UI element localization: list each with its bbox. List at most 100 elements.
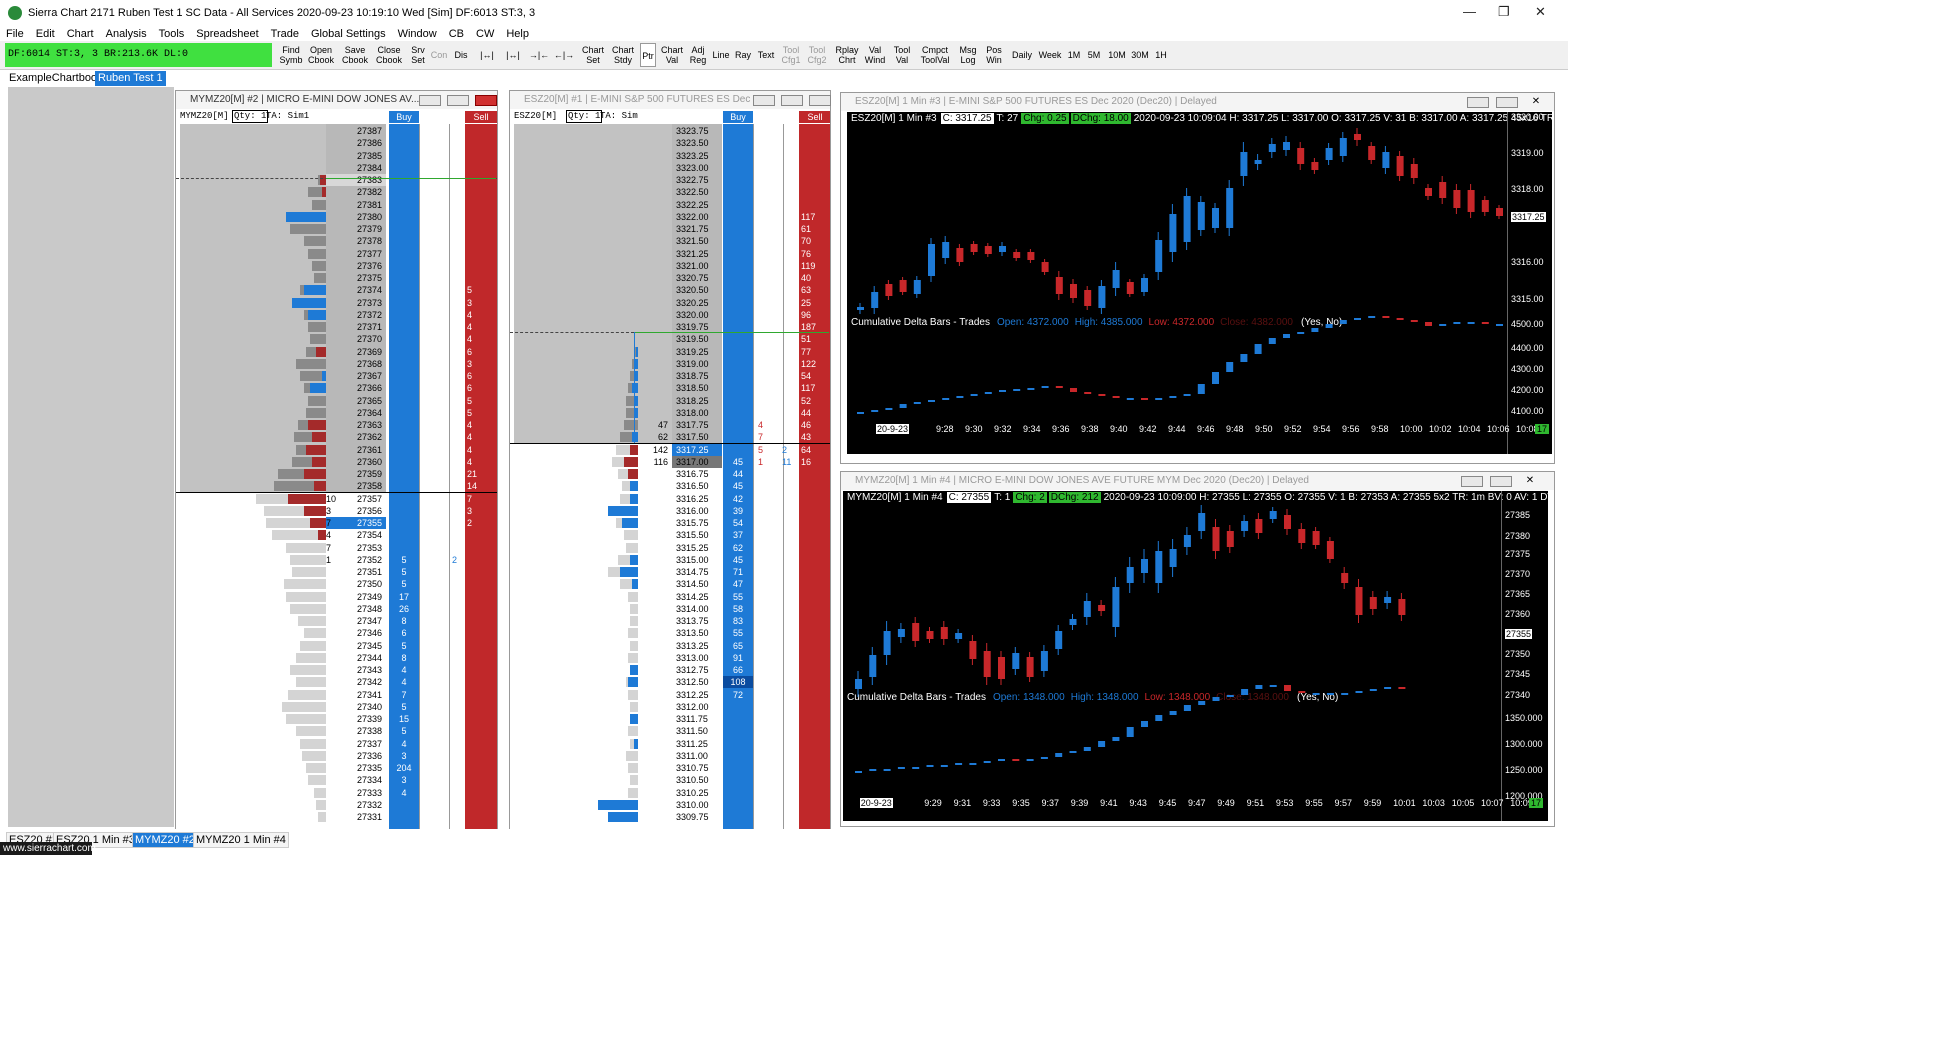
price-cell[interactable]: 27376 — [326, 260, 386, 272]
price-cell[interactable]: 27350 — [326, 578, 386, 590]
price-cell[interactable]: 3313.00 — [672, 652, 722, 664]
sell-size[interactable]: 117 — [801, 382, 829, 394]
sell-size[interactable]: 76 — [801, 248, 829, 260]
sell-size[interactable]: 43 — [801, 431, 829, 443]
price-cell[interactable]: 3310.75 — [672, 762, 722, 774]
sell-size[interactable]: 4 — [467, 456, 495, 468]
restore-button[interactable] — [1496, 97, 1518, 108]
price-cell[interactable]: 27378 — [326, 235, 386, 247]
price-cell[interactable]: 3311.00 — [672, 750, 722, 762]
toolbar-button-6[interactable]: Dis — [452, 43, 470, 67]
price-cell[interactable]: 3323.75 — [672, 125, 722, 137]
sell-size[interactable]: 4 — [467, 431, 495, 443]
price-cell[interactable]: 3314.00 — [672, 603, 722, 615]
toolbar-button-0[interactable]: Find Symb — [279, 43, 303, 67]
price-cell[interactable]: 3315.25 — [672, 542, 722, 554]
price-cell[interactable]: 3317.50 — [672, 431, 722, 443]
price-cell[interactable]: 3312.00 — [672, 701, 722, 713]
price-cell[interactable]: 3315.50 — [672, 529, 722, 541]
toolbar-button-18[interactable]: Text — [756, 43, 776, 67]
close-button[interactable]: ✕ — [1525, 97, 1547, 108]
sell-size[interactable]: 61 — [801, 223, 829, 235]
price-cell[interactable]: 3311.75 — [672, 713, 722, 725]
sell-size[interactable]: 14 — [467, 480, 495, 492]
buy-size[interactable]: 5 — [389, 725, 419, 737]
price-cell[interactable]: 3310.50 — [672, 774, 722, 786]
price-cell[interactable]: 3322.00 — [672, 211, 722, 223]
sell-size[interactable]: 40 — [801, 272, 829, 284]
price-cell[interactable]: 27382 — [326, 186, 386, 198]
price-cell[interactable]: 3314.25 — [672, 591, 722, 603]
buy-size[interactable]: 4 — [389, 787, 419, 799]
bid-size[interactable]: 3 — [326, 505, 348, 517]
price-cell[interactable]: 27377 — [326, 248, 386, 260]
price-cell[interactable]: 3321.00 — [672, 260, 722, 272]
price-cell[interactable]: 27346 — [326, 627, 386, 639]
buy-size[interactable]: 45 — [723, 480, 753, 492]
price-cell[interactable]: 3316.00 — [672, 505, 722, 517]
chart-window-mym-1min[interactable]: MYMZ20[M] 1 Min #4 | MICRO E-MINI DOW JO… — [840, 471, 1555, 827]
sell-size[interactable]: 3 — [467, 297, 495, 309]
price-cell[interactable]: 27379 — [326, 223, 386, 235]
buy-size[interactable]: 5 — [389, 566, 419, 578]
tab-mymz20-2[interactable]: MYMZ20 #2 — [132, 832, 198, 848]
close-button[interactable] — [809, 95, 831, 106]
price-cell[interactable]: 27372 — [326, 309, 386, 321]
menu-item-trade[interactable]: Trade — [265, 28, 305, 40]
toolbar-button-3[interactable]: Close Cbook — [374, 43, 404, 67]
buy-size[interactable]: 3 — [389, 750, 419, 762]
price-cell[interactable]: 27365 — [326, 395, 386, 407]
menu-item-window[interactable]: Window — [392, 28, 443, 40]
minimize-button[interactable] — [753, 95, 775, 106]
price-cell[interactable]: 3321.50 — [672, 235, 722, 247]
sell-size[interactable]: 21 — [467, 468, 495, 480]
price-cell[interactable]: 3319.50 — [672, 333, 722, 345]
price-cell[interactable]: 27331 — [326, 811, 386, 823]
toolbar-button-33[interactable]: 1H — [1153, 43, 1169, 67]
toolbar-button-20[interactable]: Tool Cfg2 — [806, 43, 828, 67]
bid-size[interactable]: 62 — [640, 431, 670, 443]
bid-size[interactable]: 4 — [326, 529, 348, 541]
qty-field[interactable]: Qty: 1 — [232, 110, 269, 123]
price-cell[interactable]: 3321.25 — [672, 248, 722, 260]
buy-size[interactable]: 5 — [389, 701, 419, 713]
price-cell[interactable]: 3312.50 — [672, 676, 722, 688]
buy-size[interactable]: 44 — [723, 468, 753, 480]
buy-size[interactable]: 8 — [389, 652, 419, 664]
sell-size[interactable]: 6 — [467, 370, 495, 382]
sell-size[interactable]: 25 — [801, 297, 829, 309]
sell-size[interactable]: 77 — [801, 346, 829, 358]
chart-window-es-1min[interactable]: ESZ20[M] 1 Min #3 | E-MINI S&P 500 FUTUR… — [840, 92, 1555, 464]
buy-size[interactable]: 91 — [723, 652, 753, 664]
restore-button[interactable] — [1490, 476, 1512, 487]
sell-size[interactable]: 46 — [801, 419, 829, 431]
price-cell[interactable]: 3313.50 — [672, 627, 722, 639]
price-cell[interactable]: 27368 — [326, 358, 386, 370]
price-cell[interactable]: 3322.75 — [672, 174, 722, 186]
sell-size[interactable]: 52 — [801, 395, 829, 407]
price-cell[interactable]: 3315.00 — [672, 554, 722, 566]
buy-size[interactable]: 66 — [723, 664, 753, 676]
sell-size[interactable]: 3 — [467, 505, 495, 517]
sell-size[interactable]: 5 — [467, 407, 495, 419]
buy-size[interactable]: 15 — [389, 713, 419, 725]
chart-area[interactable]: MYMZ20[M] 1 Min #4 C: 27355 T: 1 Chg: 2 DChg… — [843, 491, 1548, 821]
buy-size[interactable]: 4 — [389, 676, 419, 688]
dom-ladder[interactable]: MYMZ20[M] Qty: 1 TA: Sim1 Buy Sell 27387 27386… — [176, 109, 497, 829]
price-cell[interactable]: 3315.75 — [672, 517, 722, 529]
buy-size[interactable]: 72 — [723, 689, 753, 701]
price-cell[interactable]: 3314.50 — [672, 578, 722, 590]
price-cell[interactable]: 3322.25 — [672, 199, 722, 211]
price-cell[interactable]: 27339 — [326, 713, 386, 725]
buy-size[interactable]: 6 — [389, 627, 419, 639]
price-cell[interactable]: 3316.50 — [672, 480, 722, 492]
toolbar-button-22[interactable]: Val Wind — [863, 43, 887, 67]
menu-item-edit[interactable]: Edit — [30, 28, 61, 40]
price-cell[interactable]: 27338 — [326, 725, 386, 737]
buy-size[interactable]: 42 — [723, 493, 753, 505]
menu-item-help[interactable]: Help — [500, 28, 535, 40]
menu-item-cb[interactable]: CB — [443, 28, 470, 40]
bid-size[interactable]: 7 — [326, 542, 348, 554]
sell-size[interactable]: 44 — [801, 407, 829, 419]
sell-size[interactable]: 6 — [467, 382, 495, 394]
